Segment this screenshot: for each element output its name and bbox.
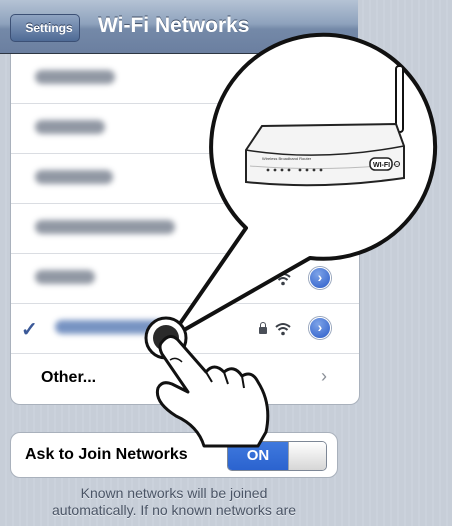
navigation-bar: Settings Wi-Fi Networks <box>0 0 358 54</box>
blurred-network-name <box>35 270 95 284</box>
wifi-signal-icon <box>275 273 291 286</box>
settings-back-button[interactable]: Settings <box>10 14 80 42</box>
blurred-network-name <box>35 120 105 134</box>
blurred-network-name <box>55 320 165 334</box>
footer-line-2: automatically. If no known networks are <box>51 502 297 518</box>
network-row-2[interactable] <box>11 104 359 154</box>
wifi-signal-icon <box>275 323 291 336</box>
network-row-3[interactable] <box>11 154 359 204</box>
other-network-row[interactable]: Other... › <box>11 354 359 404</box>
blurred-network-name <box>35 220 175 234</box>
network-row-1[interactable] <box>11 54 359 104</box>
chevron-right-icon: › <box>321 366 327 386</box>
lock-icon <box>259 322 267 334</box>
toggle-knob <box>288 442 326 470</box>
blurred-network-name <box>35 70 115 84</box>
blurred-network-name <box>35 170 113 184</box>
detail-disclosure-icon[interactable]: › <box>309 267 331 289</box>
network-row-5[interactable]: › <box>11 254 359 304</box>
other-label: Other... <box>41 369 97 386</box>
network-row-selected[interactable]: ✓ › <box>11 304 359 354</box>
network-list: › ✓ › Other... › <box>10 54 360 405</box>
lock-icon <box>259 272 267 284</box>
footer-text: Known networks will be joined automatica… <box>14 485 334 519</box>
router-antenna <box>395 65 404 133</box>
toggle-on-label: ON <box>228 442 288 470</box>
checkmark-icon: ✓ <box>21 319 38 341</box>
detail-disclosure-icon[interactable]: › <box>309 317 331 339</box>
ask-to-join-row: Ask to Join Networks ON <box>10 432 338 478</box>
network-row-4[interactable] <box>11 204 359 254</box>
page-title: Wi-Fi Networks <box>98 14 250 37</box>
footer-line-1: Known networks will be joined <box>80 485 268 501</box>
wifi-badge: WI-FI <box>373 162 390 169</box>
ask-to-join-toggle[interactable]: ON <box>227 441 327 471</box>
ask-to-join-label: Ask to Join Networks <box>25 446 188 463</box>
